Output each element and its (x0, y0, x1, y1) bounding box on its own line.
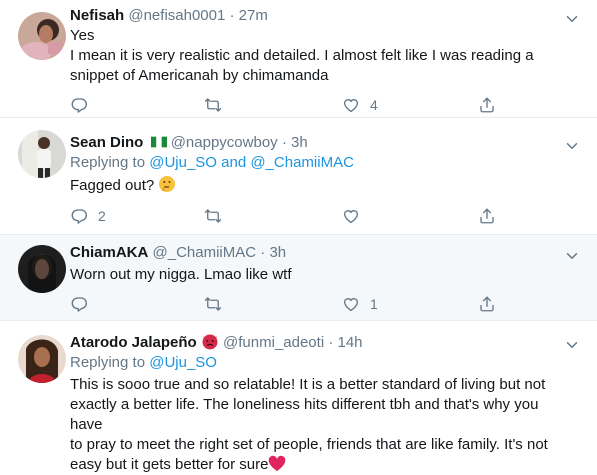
timestamp[interactable]: 14h (338, 334, 363, 351)
mention-link[interactable]: @Uju_SO (149, 354, 217, 371)
reply-icon (70, 96, 88, 114)
timestamp[interactable]: 27m (239, 7, 268, 24)
like-button[interactable]: 4 (342, 95, 378, 115)
retweet-icon (204, 96, 222, 114)
separator-dot: · (229, 7, 235, 24)
chevron-down-icon[interactable] (563, 247, 581, 265)
share-button[interactable] (478, 294, 496, 314)
replying-to-label: Replying to (70, 154, 150, 171)
like-button[interactable] (342, 206, 370, 226)
tweet-text-row: Fagged out? (70, 175, 557, 196)
reply-button[interactable]: 2 (70, 206, 106, 226)
angry-devil-icon (202, 334, 218, 350)
tweet-text: Yes I mean it is very realistic and deta… (70, 26, 557, 86)
user-handle[interactable]: @nefisah0001 (128, 7, 225, 24)
tweet-text: Fagged out? (70, 177, 155, 194)
nigeria-flag-icon (150, 136, 167, 148)
retweet-button[interactable] (204, 95, 222, 115)
replying-to: Replying to @Uju_SO (70, 353, 557, 373)
tweet-text: Worn out my nigga. Lmao like wtf (70, 266, 292, 283)
avatar[interactable] (18, 245, 66, 293)
tweet-text-line: to pray to meet the right set of people,… (70, 436, 548, 453)
share-icon (478, 96, 496, 114)
chevron-down-icon[interactable] (563, 10, 581, 28)
retweet-button[interactable] (204, 206, 222, 226)
mention-link[interactable]: @Uju_SO and @_ChamiiMAC (149, 154, 354, 171)
reply-icon (70, 295, 88, 313)
chevron-down-icon[interactable] (563, 336, 581, 354)
display-name[interactable]: Nefisah (70, 7, 124, 24)
avatar[interactable] (18, 335, 66, 383)
tweet[interactable]: Atarodo Jalapeño @funmi_adeoti · 14h Rep… (0, 321, 597, 473)
tweet-text: This is sooo true and so relatable! It i… (70, 375, 557, 475)
share-icon (478, 207, 496, 225)
display-name[interactable]: Sean Dino (70, 134, 143, 151)
separator-dot: · (328, 334, 334, 351)
chevron-down-icon[interactable] (563, 137, 581, 155)
reply-button[interactable] (70, 95, 98, 115)
like-count: 4 (370, 97, 378, 113)
separator-dot: · (281, 134, 287, 151)
retweet-button[interactable] (204, 294, 222, 314)
reply-icon (70, 207, 88, 225)
tweet-text-line: snippet of Americanah by chimamanda (70, 67, 329, 84)
replying-to: Replying to @Uju_SO and @_ChamiiMAC (70, 153, 557, 173)
replying-to-label: Replying to (70, 354, 150, 371)
like-icon (342, 207, 360, 225)
tweet-text-line: easy but it gets better for sure (70, 456, 269, 473)
display-name[interactable]: Atarodo Jalapeño (70, 334, 197, 351)
separator-dot: · (260, 244, 266, 261)
like-button[interactable]: 1 (342, 294, 378, 314)
reply-count: 2 (98, 208, 106, 224)
user-handle[interactable]: @_ChamiiMAC (153, 244, 257, 261)
user-handle[interactable]: @nappycowboy (171, 134, 278, 151)
tweet[interactable]: ChiamAKA @_ChamiiMAC · 3h Worn out my ni… (0, 235, 597, 321)
tweet[interactable]: Sean Dino @nappycowboy · 3h Replying to … (0, 118, 597, 235)
share-button[interactable] (478, 206, 496, 226)
thinking-face-icon (159, 176, 176, 192)
share-icon (478, 295, 496, 313)
like-icon (342, 295, 360, 313)
avatar[interactable] (18, 130, 66, 178)
retweet-icon (204, 295, 222, 313)
tweet[interactable]: Nefisah @nefisah0001 · 27m Yes I mean it… (0, 0, 597, 118)
retweet-icon (204, 207, 222, 225)
tweet-text-line: This is sooo true and so relatable! It i… (70, 376, 546, 393)
timestamp[interactable]: 3h (291, 134, 308, 151)
tweet-text-line-row: easy but it gets better for sure (70, 455, 557, 475)
user-handle[interactable]: @funmi_adeoti (223, 334, 324, 351)
timestamp[interactable]: 3h (269, 244, 286, 261)
avatar[interactable] (18, 12, 66, 60)
tweet-text-line: exactly a better life. The loneliness hi… (70, 396, 539, 433)
reply-button[interactable] (70, 294, 98, 314)
tweet-text-line: Yes (70, 27, 95, 44)
display-name[interactable]: ChiamAKA (70, 244, 148, 261)
tweet-text-line: I mean it is very realistic and detailed… (70, 47, 534, 64)
like-count: 1 (370, 296, 378, 312)
like-icon (342, 96, 360, 114)
share-button[interactable] (478, 95, 496, 115)
